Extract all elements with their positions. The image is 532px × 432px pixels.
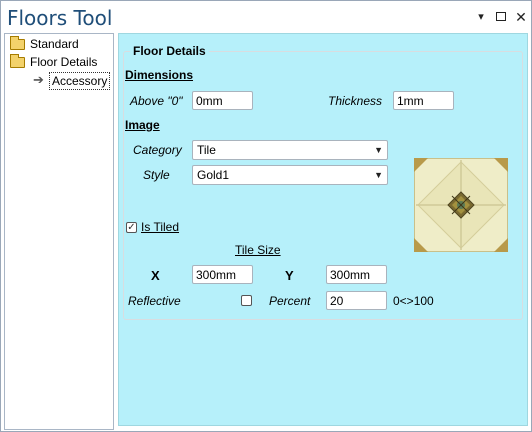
above-label: Above "0" — [130, 94, 183, 108]
tree-item-label: Standard — [30, 37, 79, 51]
window-title: Floors Tool — [7, 6, 113, 30]
style-label: Style — [143, 168, 170, 182]
tile-y-input[interactable]: 300mm — [326, 265, 387, 284]
maximize-icon[interactable] — [494, 10, 508, 24]
chevron-down-icon: ▼ — [374, 145, 383, 155]
category-select[interactable]: Tile ▼ — [192, 140, 388, 160]
thickness-label: Thickness — [328, 94, 383, 108]
dimensions-heading: Dimensions — [125, 68, 194, 82]
reflective-checkbox[interactable] — [241, 295, 252, 306]
style-value: Gold1 — [197, 168, 230, 182]
tile-preview-image — [414, 158, 508, 252]
is-tiled-label[interactable]: Is Tiled — [141, 220, 179, 234]
title-bar: Floors Tool ▾ ✕ — [1, 1, 531, 35]
x-label: X — [151, 268, 160, 283]
dropdown-icon[interactable]: ▾ — [474, 10, 488, 24]
floor-details-group: Floor Details Dimensions Above "0" 0mm T… — [123, 44, 523, 320]
arrow-right-icon: ➔ — [33, 72, 44, 87]
thickness-input[interactable]: 1mm — [393, 91, 454, 110]
is-tiled-checkbox[interactable]: ✓ — [126, 222, 137, 233]
group-title: Floor Details — [130, 44, 209, 58]
tile-size-heading: Tile Size — [235, 243, 281, 257]
floor-details-panel: Floor Details Dimensions Above "0" 0mm T… — [118, 33, 528, 426]
chevron-down-icon: ▼ — [374, 170, 383, 180]
y-label: Y — [285, 268, 294, 283]
above-input[interactable]: 0mm — [192, 91, 253, 110]
category-label: Category — [133, 143, 182, 157]
percent-label: Percent — [269, 294, 311, 308]
reflective-label: Reflective — [128, 294, 181, 308]
percent-input[interactable]: 20 — [326, 291, 387, 310]
style-select[interactable]: Gold1 ▼ — [192, 165, 388, 185]
tree-item-label: Floor Details — [30, 55, 98, 69]
category-value: Tile — [197, 143, 216, 157]
image-heading: Image — [125, 118, 160, 132]
folder-icon — [10, 36, 25, 50]
floors-tool-window: Floors Tool ▾ ✕ Standard Floor Details ➔… — [0, 0, 532, 432]
percent-range-text: 0<>100 — [393, 294, 434, 308]
close-icon[interactable]: ✕ — [514, 10, 528, 24]
folder-icon — [10, 54, 25, 68]
tree-item-label: Accessory — [49, 72, 111, 90]
tile-x-input[interactable]: 300mm — [192, 265, 253, 284]
navigation-tree: Standard Floor Details ➔ Accessory — [4, 33, 114, 430]
